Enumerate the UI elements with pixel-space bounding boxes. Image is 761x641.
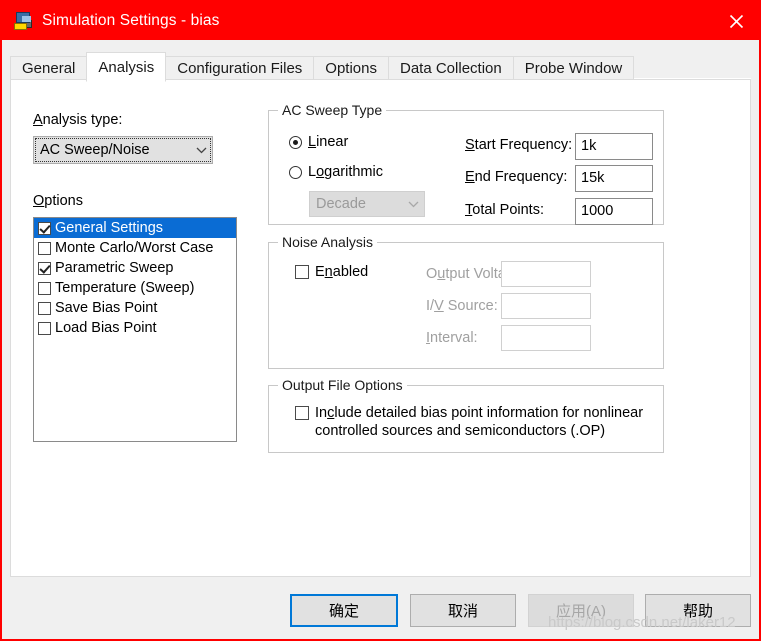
list-item[interactable]: Load Bias Point <box>34 318 236 338</box>
list-item[interactable]: Parametric Sweep <box>34 258 236 278</box>
analysis-type-value: AC Sweep/Noise <box>40 142 150 158</box>
checkbox-icon <box>295 265 309 279</box>
include-bias-point-checkbox[interactable]: Include detailed bias point information … <box>295 404 645 440</box>
log-scale-combo[interactable]: Decade <box>309 191 425 217</box>
analysis-tab-page: Analysis type: AC Sweep/Noise Options Ge… <box>10 79 751 577</box>
start-frequency-label: Start Frequency: <box>465 137 573 153</box>
tab-general[interactable]: General <box>10 56 88 80</box>
cancel-button[interactable]: 取消 <box>410 594 516 627</box>
ac-sweep-type-title: AC Sweep Type <box>278 102 387 118</box>
output-voltage-input[interactable] <box>501 261 591 287</box>
analysis-options-listbox[interactable]: General Settings Monte Carlo/Worst Case … <box>33 217 237 442</box>
list-item[interactable]: Temperature (Sweep) <box>34 278 236 298</box>
simulation-settings-dialog: Simulation Settings - bias General Analy… <box>0 0 761 641</box>
tab-analysis[interactable]: Analysis <box>86 52 167 82</box>
checkbox-icon[interactable] <box>38 281 51 295</box>
options-label: Options <box>33 193 83 209</box>
noise-enabled-label: Enabled <box>315 264 369 280</box>
tab-data-collection[interactable]: Data Collection <box>388 56 514 80</box>
chevron-down-icon <box>402 201 424 208</box>
analysis-type-label: Analysis type: <box>33 112 123 128</box>
list-item-label: Load Bias Point <box>55 320 157 336</box>
iv-source-input[interactable] <box>501 293 591 319</box>
chevron-down-icon <box>190 147 212 154</box>
analysis-type-combo[interactable]: AC Sweep/Noise <box>33 136 213 164</box>
radio-linear-label: Linear <box>308 134 349 150</box>
checkbox-icon[interactable] <box>38 221 51 235</box>
output-file-options-group: Output File Options Include detailed bia… <box>268 377 664 453</box>
simulation-profile-icon <box>13 11 33 31</box>
end-frequency-label: End Frequency: <box>465 169 568 185</box>
interval-input[interactable] <box>501 325 591 351</box>
list-item[interactable]: Save Bias Point <box>34 298 236 318</box>
watermark-text: https://blog.csdn.net/laker12 <box>548 614 736 631</box>
tab-options[interactable]: Options <box>313 56 389 80</box>
list-item-label: Temperature (Sweep) <box>55 280 195 296</box>
total-points-label: Total Points: <box>465 202 544 218</box>
list-item[interactable]: Monte Carlo/Worst Case <box>34 238 236 258</box>
title-bar: Simulation Settings - bias <box>2 2 759 40</box>
tab-probe-window[interactable]: Probe Window <box>512 56 635 80</box>
ac-sweep-type-group: AC Sweep Type Linear Logarithmic Decade … <box>268 102 664 225</box>
radio-logarithmic[interactable]: Logarithmic <box>289 164 383 180</box>
radio-linear[interactable]: Linear <box>289 134 348 150</box>
checkbox-icon[interactable] <box>38 261 51 275</box>
tab-strip: General Analysis Configuration Files Opt… <box>10 50 751 82</box>
checkbox-icon <box>295 406 309 420</box>
noise-enabled-checkbox[interactable]: Enabled <box>295 263 368 281</box>
include-bias-point-label: Include detailed bias point information … <box>315 405 644 439</box>
window-title: Simulation Settings - bias <box>42 12 220 29</box>
ok-button[interactable]: 确定 <box>290 594 398 627</box>
tab-configuration-files[interactable]: Configuration Files <box>165 56 315 80</box>
list-item-label: General Settings <box>55 220 164 236</box>
checkbox-icon[interactable] <box>38 301 51 315</box>
close-icon[interactable] <box>713 2 759 40</box>
list-item-label: Parametric Sweep <box>55 260 174 276</box>
log-scale-value: Decade <box>316 196 366 212</box>
iv-source-label: I/V Source: <box>426 298 498 314</box>
interval-label: Interval: <box>426 330 478 346</box>
output-file-options-title: Output File Options <box>278 377 407 393</box>
start-frequency-input[interactable]: 1k <box>575 133 653 160</box>
radio-icon <box>289 165 302 179</box>
radio-icon <box>289 135 302 149</box>
list-item[interactable]: General Settings <box>34 218 236 238</box>
checkbox-icon[interactable] <box>38 321 51 335</box>
include-bias-point-label-line2: controlled sources and semiconductors (.… <box>315 423 606 439</box>
radio-logarithmic-label: Logarithmic <box>308 164 383 180</box>
checkbox-icon[interactable] <box>38 241 51 255</box>
end-frequency-input[interactable]: 15k <box>575 165 653 192</box>
total-points-input[interactable]: 1000 <box>575 198 653 225</box>
list-item-label: Monte Carlo/Worst Case <box>55 240 214 256</box>
noise-analysis-title: Noise Analysis <box>278 234 378 250</box>
list-item-label: Save Bias Point <box>55 300 158 316</box>
noise-analysis-group: Noise Analysis Enabled Output Voltage: I… <box>268 234 664 369</box>
